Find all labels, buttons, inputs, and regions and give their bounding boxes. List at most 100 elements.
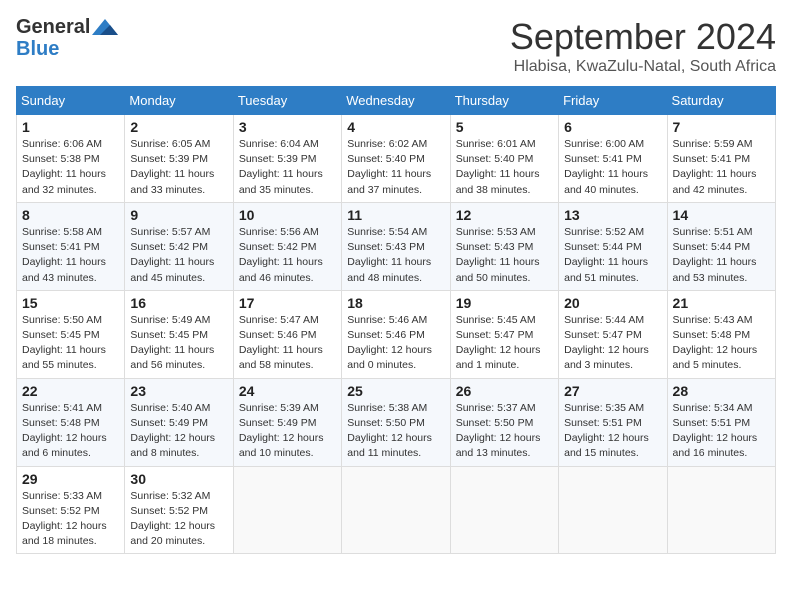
table-row: 1 Sunrise: 6:06 AMSunset: 5:38 PMDaylight… (17, 115, 125, 203)
day-detail: Sunrise: 6:05 AMSunset: 5:39 PMDaylight:… (130, 137, 227, 198)
day-detail: Sunrise: 5:59 AMSunset: 5:41 PMDaylight:… (673, 137, 770, 198)
day-detail: Sunrise: 5:47 AMSunset: 5:46 PMDaylight:… (239, 313, 336, 374)
day-detail: Sunrise: 6:01 AMSunset: 5:40 PMDaylight:… (456, 137, 553, 198)
day-number: 22 (22, 383, 119, 399)
day-number: 11 (347, 207, 444, 223)
table-row: 2 Sunrise: 6:05 AMSunset: 5:39 PMDaylight… (125, 115, 233, 203)
table-row: 20 Sunrise: 5:44 AMSunset: 5:47 PMDayligh… (559, 290, 667, 378)
day-detail: Sunrise: 5:53 AMSunset: 5:43 PMDaylight:… (456, 225, 553, 286)
day-detail: Sunrise: 5:41 AMSunset: 5:48 PMDaylight:… (22, 401, 119, 462)
header-sunday: Sunday (17, 87, 125, 115)
table-row: 10Sunrise: 5:56 AMSunset: 5:42 PMDayligh… (233, 202, 341, 290)
day-number: 28 (673, 383, 770, 399)
table-row (559, 466, 667, 554)
table-row (667, 466, 775, 554)
logo-general-text: General (16, 16, 90, 39)
day-number: 14 (673, 207, 770, 223)
day-detail: Sunrise: 5:45 AMSunset: 5:47 PMDaylight:… (456, 313, 553, 374)
header-saturday: Saturday (667, 87, 775, 115)
day-number: 21 (673, 295, 770, 311)
table-row: 7 Sunrise: 5:59 AMSunset: 5:41 PMDaylight… (667, 115, 775, 203)
day-detail: Sunrise: 5:33 AMSunset: 5:52 PMDaylight:… (22, 489, 119, 550)
title-area: September 2024 Hlabisa, KwaZulu-Natal, S… (510, 16, 776, 76)
day-detail: Sunrise: 6:06 AMSunset: 5:38 PMDaylight:… (22, 137, 119, 198)
day-detail: Sunrise: 5:38 AMSunset: 5:50 PMDaylight:… (347, 401, 444, 462)
day-number: 12 (456, 207, 553, 223)
logo: General Blue (16, 16, 118, 59)
day-number: 13 (564, 207, 661, 223)
day-number: 2 (130, 119, 227, 135)
day-number: 26 (456, 383, 553, 399)
day-detail: Sunrise: 5:52 AMSunset: 5:44 PMDaylight:… (564, 225, 661, 286)
day-detail: Sunrise: 5:39 AMSunset: 5:49 PMDaylight:… (239, 401, 336, 462)
day-number: 6 (564, 119, 661, 135)
day-number: 20 (564, 295, 661, 311)
table-row: 8 Sunrise: 5:58 AMSunset: 5:41 PMDaylight… (17, 202, 125, 290)
table-row: 26 Sunrise: 5:37 AMSunset: 5:50 PMDayligh… (450, 378, 558, 466)
page-header: General Blue September 2024 Hlabisa, Kwa… (16, 16, 776, 76)
logo-icon (92, 17, 118, 37)
table-row: 4Sunrise: 6:02 AMSunset: 5:40 PMDaylight… (342, 115, 450, 203)
table-row: 3 Sunrise: 6:04 AMSunset: 5:39 PMDaylight… (233, 115, 341, 203)
day-number: 23 (130, 383, 227, 399)
logo-blue-text: Blue (16, 39, 118, 59)
table-row: 11 Sunrise: 5:54 AMSunset: 5:43 PMDayligh… (342, 202, 450, 290)
table-row: 25 Sunrise: 5:38 AMSunset: 5:50 PMDayligh… (342, 378, 450, 466)
table-row: 30 Sunrise: 5:32 AMSunset: 5:52 PMDayligh… (125, 466, 233, 554)
header-monday: Monday (125, 87, 233, 115)
month-title: September 2024 (510, 16, 776, 58)
day-number: 18 (347, 295, 444, 311)
day-detail: Sunrise: 5:32 AMSunset: 5:52 PMDaylight:… (130, 489, 227, 550)
day-number: 10 (239, 207, 336, 223)
table-row: 19 Sunrise: 5:45 AMSunset: 5:47 PMDayligh… (450, 290, 558, 378)
table-row (450, 466, 558, 554)
header-thursday: Thursday (450, 87, 558, 115)
day-number: 15 (22, 295, 119, 311)
day-number: 19 (456, 295, 553, 311)
table-row: 24 Sunrise: 5:39 AMSunset: 5:49 PMDayligh… (233, 378, 341, 466)
table-row: 21Sunrise: 5:43 AMSunset: 5:48 PMDayligh… (667, 290, 775, 378)
table-row: 9Sunrise: 5:57 AMSunset: 5:42 PMDaylight… (125, 202, 233, 290)
day-detail: Sunrise: 5:57 AMSunset: 5:42 PMDaylight:… (130, 225, 227, 286)
day-number: 3 (239, 119, 336, 135)
day-number: 8 (22, 207, 119, 223)
day-detail: Sunrise: 5:46 AMSunset: 5:46 PMDaylight:… (347, 313, 444, 374)
day-number: 25 (347, 383, 444, 399)
day-detail: Sunrise: 5:54 AMSunset: 5:43 PMDaylight:… (347, 225, 444, 286)
day-number: 30 (130, 471, 227, 487)
table-row: 28 Sunrise: 5:34 AMSunset: 5:51 PMDayligh… (667, 378, 775, 466)
day-number: 1 (22, 119, 119, 135)
day-number: 29 (22, 471, 119, 487)
day-detail: Sunrise: 6:04 AMSunset: 5:39 PMDaylight:… (239, 137, 336, 198)
location-title: Hlabisa, KwaZulu-Natal, South Africa (510, 58, 776, 76)
table-row (233, 466, 341, 554)
calendar-table: Sunday Monday Tuesday Wednesday Thursday… (16, 86, 776, 554)
day-detail: Sunrise: 5:35 AMSunset: 5:51 PMDaylight:… (564, 401, 661, 462)
day-number: 24 (239, 383, 336, 399)
day-number: 4 (347, 119, 444, 135)
day-number: 7 (673, 119, 770, 135)
day-detail: Sunrise: 5:34 AMSunset: 5:51 PMDaylight:… (673, 401, 770, 462)
table-row: 6 Sunrise: 6:00 AMSunset: 5:41 PMDaylight… (559, 115, 667, 203)
table-row: 14Sunrise: 5:51 AMSunset: 5:44 PMDayligh… (667, 202, 775, 290)
table-row: 22 Sunrise: 5:41 AMSunset: 5:48 PMDayligh… (17, 378, 125, 466)
day-detail: Sunrise: 5:50 AMSunset: 5:45 PMDaylight:… (22, 313, 119, 374)
day-detail: Sunrise: 6:00 AMSunset: 5:41 PMDaylight:… (564, 137, 661, 198)
header-friday: Friday (559, 87, 667, 115)
day-detail: Sunrise: 5:37 AMSunset: 5:50 PMDaylight:… (456, 401, 553, 462)
table-row: 15 Sunrise: 5:50 AMSunset: 5:45 PMDayligh… (17, 290, 125, 378)
day-detail: Sunrise: 5:44 AMSunset: 5:47 PMDaylight:… (564, 313, 661, 374)
table-row: 16 Sunrise: 5:49 AMSunset: 5:45 PMDayligh… (125, 290, 233, 378)
header-wednesday: Wednesday (342, 87, 450, 115)
day-number: 17 (239, 295, 336, 311)
day-number: 16 (130, 295, 227, 311)
table-row: 29 Sunrise: 5:33 AMSunset: 5:52 PMDayligh… (17, 466, 125, 554)
table-row (342, 466, 450, 554)
table-row: 27 Sunrise: 5:35 AMSunset: 5:51 PMDayligh… (559, 378, 667, 466)
day-number: 27 (564, 383, 661, 399)
day-detail: Sunrise: 5:49 AMSunset: 5:45 PMDaylight:… (130, 313, 227, 374)
calendar-header-row: Sunday Monday Tuesday Wednesday Thursday… (17, 87, 776, 115)
day-detail: Sunrise: 5:58 AMSunset: 5:41 PMDaylight:… (22, 225, 119, 286)
table-row: 5Sunrise: 6:01 AMSunset: 5:40 PMDaylight… (450, 115, 558, 203)
table-row: 17 Sunrise: 5:47 AMSunset: 5:46 PMDayligh… (233, 290, 341, 378)
